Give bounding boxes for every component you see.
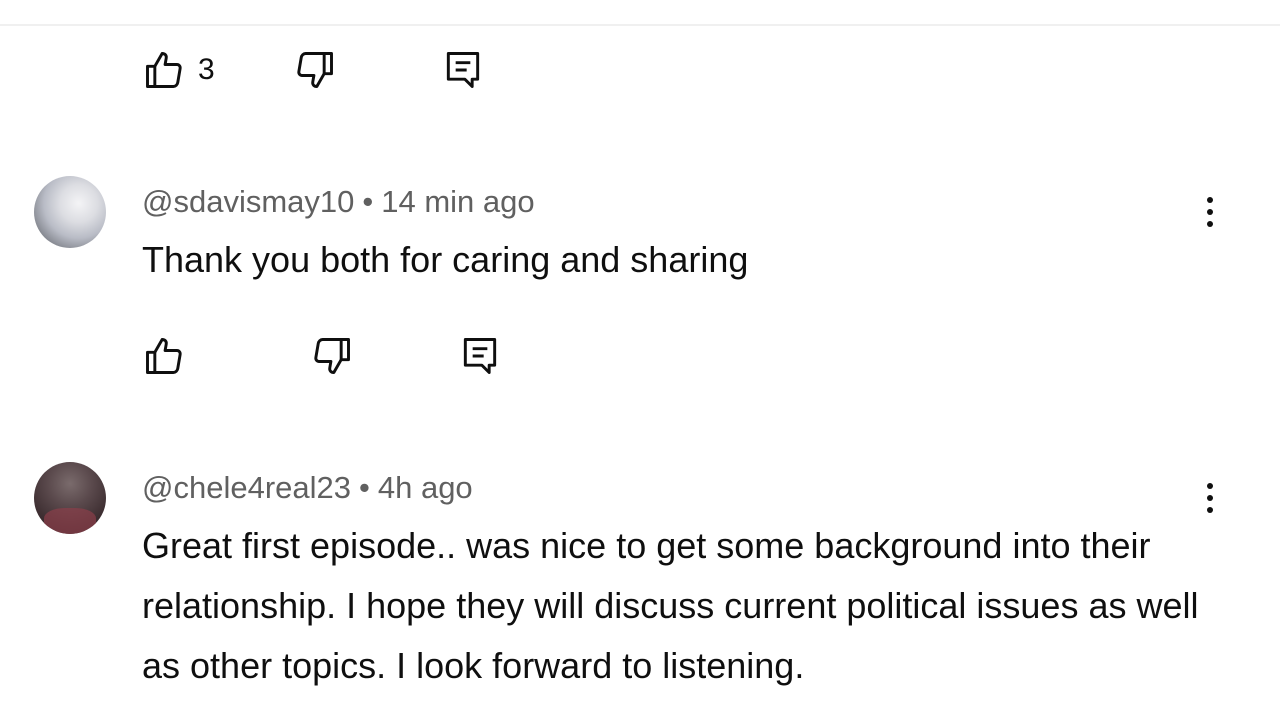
more-vert-icon[interactable] bbox=[1196, 476, 1224, 520]
meta-separator: • bbox=[359, 470, 370, 505]
avatar[interactable] bbox=[34, 462, 106, 534]
thumbs-down-icon bbox=[297, 52, 333, 88]
thumbs-up-icon bbox=[146, 338, 182, 374]
reply-icon bbox=[446, 52, 479, 88]
meta-separator: • bbox=[362, 184, 374, 219]
reply-icon bbox=[463, 338, 497, 374]
like-button[interactable] bbox=[142, 334, 186, 378]
comment-text: Thank you both for caring and sharing bbox=[142, 239, 749, 280]
like-count: 3 bbox=[198, 53, 215, 86]
comment-author[interactable]: @chele4real23 bbox=[142, 470, 351, 505]
previous-comment-actions: 3 bbox=[142, 48, 485, 92]
comment-time: 14 min ago bbox=[381, 184, 535, 219]
comment-meta: @chele4real23 • 4h ago bbox=[142, 472, 473, 503]
like-button[interactable]: 3 bbox=[142, 48, 215, 92]
comment-text: Great first episode.. was nice to get so… bbox=[142, 525, 1199, 686]
comment-author[interactable]: @sdavismay10 bbox=[142, 184, 354, 219]
thumbs-down-icon bbox=[314, 338, 350, 374]
comment-time: 4h ago bbox=[377, 470, 473, 505]
top-divider bbox=[0, 0, 1280, 26]
thumbs-up-icon bbox=[146, 52, 182, 88]
more-vert-icon[interactable] bbox=[1196, 190, 1224, 234]
avatar[interactable] bbox=[34, 176, 106, 248]
comment-meta: @sdavismay10 • 14 min ago bbox=[142, 186, 535, 217]
comment-actions bbox=[142, 334, 502, 378]
dislike-button[interactable] bbox=[293, 48, 337, 92]
dislike-button[interactable] bbox=[310, 334, 354, 378]
reply-button[interactable] bbox=[441, 48, 485, 92]
reply-button[interactable] bbox=[458, 334, 502, 378]
